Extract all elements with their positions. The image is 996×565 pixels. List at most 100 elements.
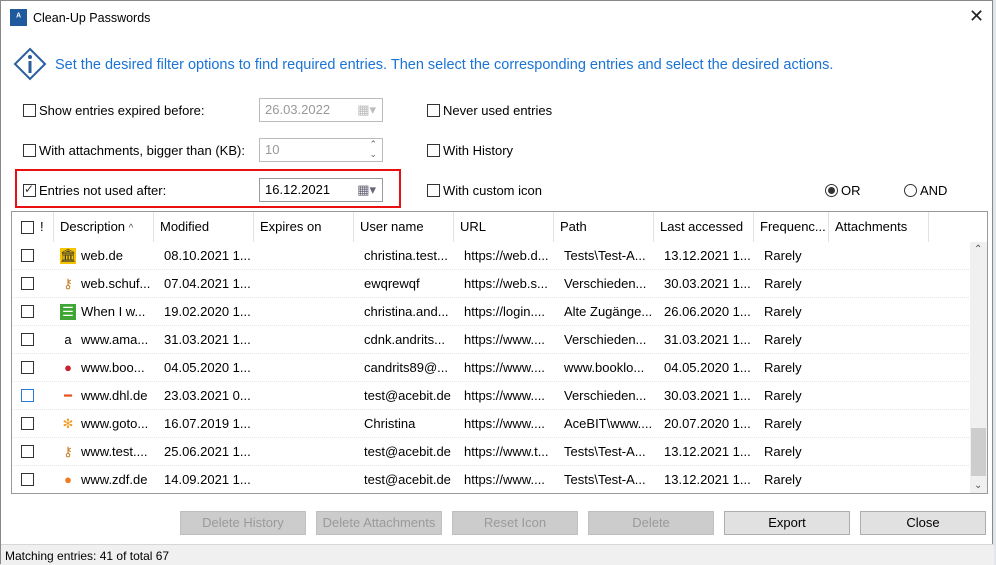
cell-freq: Rarely	[764, 332, 802, 347]
and-radio[interactable]	[904, 184, 917, 197]
row-checkbox[interactable]	[21, 473, 34, 486]
not-used-date-value: 16.12.2021	[265, 182, 331, 197]
delete-button[interactable]: Delete	[588, 511, 714, 535]
booklooker-icon: ●	[64, 360, 72, 375]
never-used-checkbox[interactable]	[427, 104, 440, 117]
cell-modified: 14.09.2021 1...	[164, 472, 251, 487]
row-checkbox[interactable]	[21, 445, 34, 458]
row-checkbox[interactable]	[21, 361, 34, 374]
cell-last: 31.03.2021 1...	[664, 332, 751, 347]
column-last-accessed[interactable]: Last accessed	[654, 212, 754, 242]
column-priority[interactable]: !	[36, 212, 54, 242]
column-user-name[interactable]: User name	[354, 212, 454, 242]
cell-path: AceBIT\www....	[564, 416, 653, 431]
cell-freq: Rarely	[764, 276, 802, 291]
column-expires-on[interactable]: Expires on	[254, 212, 354, 242]
expired-date-picker[interactable]: 26.03.2022 ▦▾	[259, 98, 383, 122]
cell-last: 04.05.2020 1...	[664, 360, 751, 375]
column-url[interactable]: URL	[454, 212, 554, 242]
scrollbar-thumb[interactable]	[971, 428, 986, 476]
cell-description: www.test....	[81, 444, 148, 459]
cell-path: Alte Zugänge...	[564, 304, 653, 319]
history-checkbox[interactable]	[427, 144, 440, 157]
or-radio[interactable]	[825, 184, 838, 197]
cell-last: 20.07.2020 1...	[664, 416, 751, 431]
cell-user: Christina	[364, 416, 416, 431]
and-label: AND	[920, 183, 948, 198]
cell-freq: Rarely	[764, 444, 802, 459]
cell-url: https://www....	[464, 416, 545, 431]
cell-path: www.booklo...	[564, 360, 645, 375]
custom-icon-label: With custom icon	[443, 183, 542, 198]
calendar-dropdown-icon[interactable]: ▦▾	[357, 182, 376, 198]
table-row[interactable]: ● www.zdf.de 14.09.2021 1... test@acebit.de…	[12, 466, 969, 493]
cell-user: ewqrewqf	[364, 276, 420, 291]
column-attachments[interactable]: Attachments	[829, 212, 929, 242]
dhl-icon: ━	[64, 388, 72, 403]
table-row[interactable]: ✻ www.goto... 16.07.2019 1... Christina http…	[12, 410, 969, 438]
attachments-size-stepper[interactable]: 10 ⌃ ⌄	[259, 138, 383, 162]
cell-modified: 23.03.2021 0...	[164, 388, 251, 403]
bank-icon: 🏛	[60, 248, 77, 264]
not-used-checkbox[interactable]	[23, 182, 36, 197]
table-row[interactable]: a www.ama... 31.03.2021 1... cdnk.andrits..…	[12, 326, 969, 354]
vertical-scrollbar[interactable]: ⌃ ⌄	[970, 242, 987, 493]
row-checkbox[interactable]	[21, 333, 34, 346]
custom-icon-checkbox[interactable]	[427, 184, 440, 197]
row-checkbox[interactable]	[21, 277, 34, 290]
table-row[interactable]: ⚷ web.schuf... 07.04.2021 1... ewqrewqf http…	[12, 270, 969, 298]
delete-history-button[interactable]: Delete History	[180, 511, 306, 535]
spin-arrows-icon[interactable]: ⌃ ⌄	[369, 139, 377, 159]
cell-modified: 08.10.2021 1...	[164, 248, 251, 263]
app-icon: ᴬ	[10, 9, 27, 26]
close-icon[interactable]: ✕	[969, 6, 984, 27]
cell-freq: Rarely	[764, 388, 802, 403]
reset-icon-button[interactable]: Reset Icon	[452, 511, 578, 535]
row-checkbox[interactable]	[21, 417, 34, 430]
status-text: Matching entries: 41 of total 67	[5, 549, 170, 563]
not-used-date-picker[interactable]: 16.12.2021 ▦▾	[259, 178, 383, 202]
attachments-label: With attachments, bigger than (KB):	[39, 143, 245, 158]
column-description[interactable]: Description ^	[54, 212, 154, 242]
attachments-size-value: 10	[265, 142, 280, 157]
cell-modified: 04.05.2020 1...	[164, 360, 251, 375]
key-icon: ⚷	[63, 444, 73, 459]
status-bar: Matching entries: 41 of total 67	[1, 544, 994, 565]
not-used-label: Entries not used after:	[39, 183, 167, 198]
delete-attachments-button[interactable]: Delete Attachments	[316, 511, 442, 535]
cell-description: www.goto...	[81, 416, 149, 431]
cell-description: www.ama...	[81, 332, 149, 347]
amazon-icon: a	[64, 332, 72, 347]
row-checkbox[interactable]	[21, 249, 34, 262]
cell-freq: Rarely	[764, 360, 802, 375]
info-icon	[13, 47, 47, 81]
cell-path: Verschieden...	[564, 332, 647, 347]
close-button[interactable]: Close	[860, 511, 986, 535]
export-button[interactable]: Export	[724, 511, 850, 535]
table-row[interactable]: ━ www.dhl.de 23.03.2021 0... test@acebit.de…	[12, 382, 969, 410]
table-row[interactable]: ⚷ www.test.... 25.06.2021 1... test@acebit.…	[12, 438, 969, 466]
row-checkbox[interactable]	[21, 305, 34, 318]
column-modified[interactable]: Modified	[154, 212, 254, 242]
scroll-down-icon[interactable]: ⌄	[974, 480, 982, 491]
expired-date-value: 26.03.2022	[265, 102, 331, 117]
table-row[interactable]: 🏛 web.de 08.10.2021 1... christina.test... h…	[12, 242, 969, 270]
cell-path: Tests\Test-A...	[564, 248, 646, 263]
cell-description: web.de	[81, 248, 123, 263]
attachments-checkbox[interactable]	[23, 144, 36, 157]
cell-url: https://web.d...	[464, 248, 549, 263]
calendar-dropdown-icon[interactable]: ▦▾	[357, 102, 376, 118]
cell-path: Tests\Test-A...	[564, 444, 646, 459]
expired-checkbox[interactable]	[23, 104, 36, 117]
cell-path: Verschieden...	[564, 388, 647, 403]
cell-path: Tests\Test-A...	[564, 472, 646, 487]
column-path[interactable]: Path	[554, 212, 654, 242]
select-all-checkbox[interactable]	[21, 221, 34, 234]
row-checkbox[interactable]	[21, 389, 34, 402]
cell-freq: Rarely	[764, 416, 802, 431]
table-row[interactable]: ☰ When I w... 19.02.2020 1... christina.and…	[12, 298, 969, 326]
column-frequency[interactable]: Frequenc...	[754, 212, 829, 242]
table-row[interactable]: ● www.boo... 04.05.2020 1... candrits89@...…	[12, 354, 969, 382]
scroll-up-icon[interactable]: ⌃	[974, 244, 982, 255]
cell-last: 30.03.2021 1...	[664, 276, 751, 291]
